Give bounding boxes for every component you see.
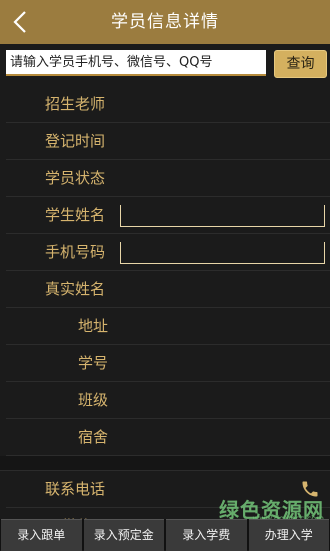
- section-divider: [0, 456, 330, 471]
- student-name-field[interactable]: [120, 205, 325, 227]
- row-dorm: 宿舍: [6, 419, 330, 456]
- student-name-label: 学生姓名: [45, 206, 106, 224]
- row-address: 地址: [6, 308, 330, 345]
- row-register-time: 登记时间: [6, 123, 330, 160]
- row-phone-number: 手机号码: [6, 234, 330, 271]
- dorm-label: 宿舍: [78, 428, 109, 446]
- bottom-action-bar: 录入跟单 录入预定金 录入学费 办理入学: [0, 519, 330, 551]
- back-button[interactable]: [0, 0, 40, 44]
- search-input[interactable]: [6, 50, 266, 76]
- address-label: 地址: [78, 317, 109, 335]
- student-detail-form: 招生老师 登记时间 学员状态 学生姓名 手机号码 真实姓名 地址 学号 班级 宿…: [0, 86, 330, 545]
- class-label: 班级: [78, 391, 109, 409]
- row-student-status: 学员状态: [6, 160, 330, 197]
- enter-deposit-button[interactable]: 录入预定金: [83, 519, 164, 551]
- enroll-button[interactable]: 办理入学: [248, 519, 329, 551]
- real-name-label: 真实姓名: [45, 280, 106, 298]
- student-id-label: 学号: [78, 354, 109, 372]
- row-class: 班级: [6, 382, 330, 419]
- row-student-name: 学生姓名: [6, 197, 330, 234]
- phone-number-label: 手机号码: [45, 243, 106, 261]
- row-recruit-teacher: 招生老师: [6, 86, 330, 123]
- chevron-left-icon: [13, 11, 26, 33]
- search-bar: 查询: [0, 44, 330, 86]
- row-real-name: 真实姓名: [6, 271, 330, 308]
- page-title: 学员信息详情: [111, 12, 219, 32]
- recruit-teacher-label: 招生老师: [45, 95, 106, 113]
- search-button[interactable]: 查询: [274, 50, 327, 78]
- register-time-label: 登记时间: [45, 132, 106, 150]
- contact-phone-label: 联系电话: [45, 480, 106, 498]
- phone-number-field[interactable]: [120, 242, 325, 264]
- enter-followup-button[interactable]: 录入跟单: [1, 519, 82, 551]
- student-status-label: 学员状态: [45, 169, 106, 187]
- header-bar: 学员信息详情: [0, 0, 330, 45]
- row-student-id: 学号: [6, 345, 330, 382]
- enter-tuition-button[interactable]: 录入学费: [166, 519, 247, 551]
